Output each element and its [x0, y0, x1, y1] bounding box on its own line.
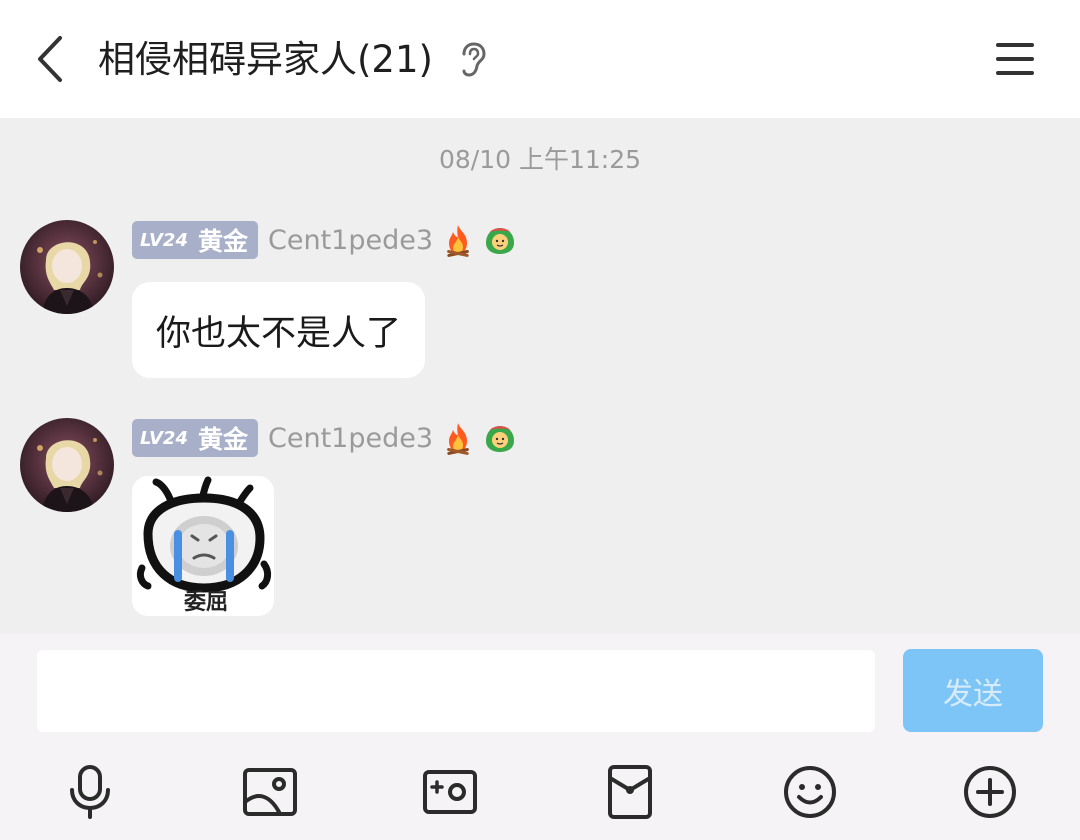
chat-messages[interactable]: 08/10 上午11:25 LV24 黄金 Cent1pede3 你也太不是人了… — [0, 118, 1080, 634]
sticker-caption: 委屈 — [184, 590, 229, 615]
plus-icon[interactable] — [960, 762, 1020, 822]
sticker-image[interactable]: 委屈 — [132, 476, 274, 616]
image-icon[interactable] — [240, 762, 300, 822]
message-timestamp: 08/10 上午11:25 — [438, 145, 642, 174]
microphone-icon[interactable] — [60, 762, 120, 822]
camera-icon[interactable] — [420, 762, 480, 822]
sender-info: LV24 黄金 Cent1pede3 — [132, 418, 517, 458]
dumpling-face-icon — [483, 421, 517, 455]
avatar[interactable] — [20, 418, 114, 512]
rank-text: 黄金 — [197, 425, 248, 454]
sender-name[interactable]: Cent1pede3 — [268, 423, 433, 454]
fire-icon — [441, 223, 475, 257]
sender-info: LV24 黄金 Cent1pede3 — [132, 220, 517, 260]
message-bubble[interactable]: 你也太不是人了 — [132, 282, 426, 378]
group-title[interactable]: 相侵相碍异家人(21) — [98, 34, 433, 86]
send-button[interactable]: 发送 — [903, 649, 1043, 732]
message-input[interactable] — [37, 650, 875, 732]
sender-name[interactable]: Cent1pede3 — [268, 225, 433, 256]
level-badge: LV24 黄金 — [132, 221, 258, 259]
level-text: LV24 — [140, 229, 188, 251]
dumpling-face-icon — [483, 223, 517, 257]
level-badge: LV24 黄金 — [132, 419, 258, 457]
level-text: LV24 — [140, 427, 188, 449]
emoji-icon[interactable] — [780, 762, 840, 822]
ear-icon[interactable] — [458, 42, 488, 78]
avatar[interactable] — [20, 220, 114, 314]
menu-icon[interactable] — [994, 40, 1036, 78]
fire-icon — [441, 421, 475, 455]
chat-header: 相侵相碍异家人(21) — [0, 0, 1080, 118]
back-arrow-icon[interactable] — [30, 34, 74, 84]
red-packet-icon[interactable] — [600, 762, 660, 822]
rank-text: 黄金 — [197, 227, 248, 256]
composer: 发送 — [0, 634, 1080, 840]
